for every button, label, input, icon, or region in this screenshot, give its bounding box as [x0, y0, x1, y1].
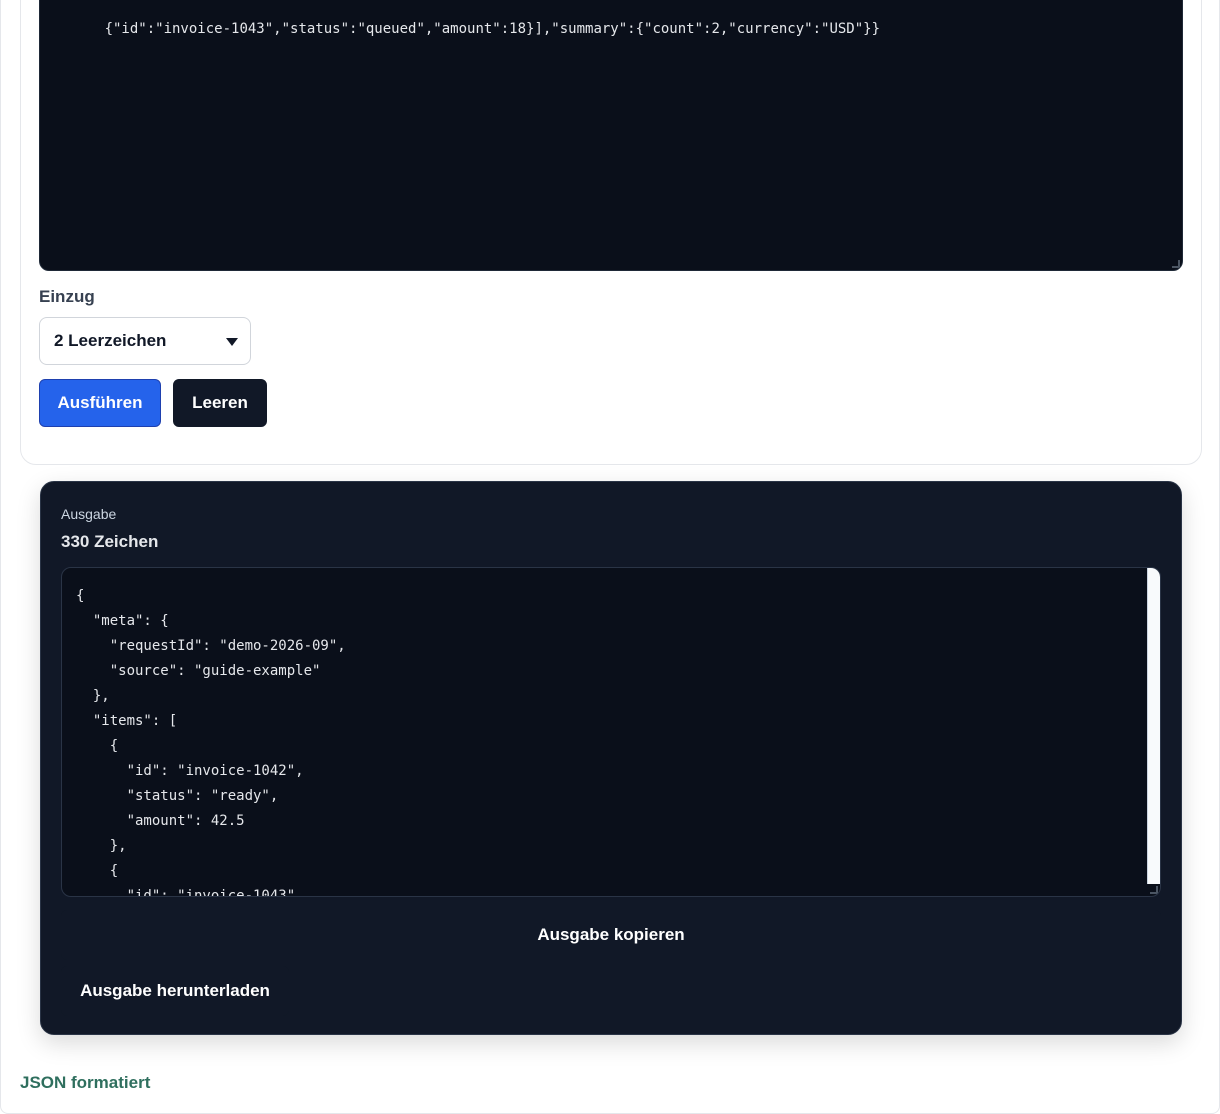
output-scrollbar[interactable]: [1147, 568, 1160, 884]
page: {"id":"invoice-1043","status":"queued","…: [0, 0, 1220, 1114]
json-input-textarea[interactable]: {"id":"invoice-1043","status":"queued","…: [39, 0, 1183, 271]
indent-label: Einzug: [39, 287, 95, 306]
download-output-button[interactable]: Ausgabe herunterladen: [61, 966, 289, 1016]
json-output-textarea[interactable]: { "meta": { "requestId": "demo-2026-09",…: [61, 567, 1161, 897]
indent-select[interactable]: 2 Leerzeichen: [39, 317, 251, 365]
json-input-text: {"id":"invoice-1043","status":"queued","…: [104, 21, 881, 37]
resize-handle-icon[interactable]: [1150, 886, 1158, 894]
status-message: JSON formatiert: [20, 1073, 151, 1092]
copy-output-button[interactable]: Ausgabe kopieren: [61, 910, 1161, 960]
chevron-down-icon: [226, 338, 238, 346]
run-button[interactable]: Ausführen: [39, 379, 161, 427]
clear-button[interactable]: Leeren: [173, 379, 267, 427]
json-output-text: { "meta": { "requestId": "demo-2026-09",…: [76, 588, 346, 897]
output-char-count: 330 Zeichen: [61, 532, 159, 551]
resize-handle-icon[interactable]: [1172, 260, 1180, 268]
indent-selected-value: 2 Leerzeichen: [54, 331, 167, 350]
output-panel: Ausgabe 330 Zeichen { "meta": { "request…: [40, 481, 1182, 1035]
output-label: Ausgabe: [61, 506, 117, 522]
input-card: {"id":"invoice-1043","status":"queued","…: [20, 0, 1202, 465]
